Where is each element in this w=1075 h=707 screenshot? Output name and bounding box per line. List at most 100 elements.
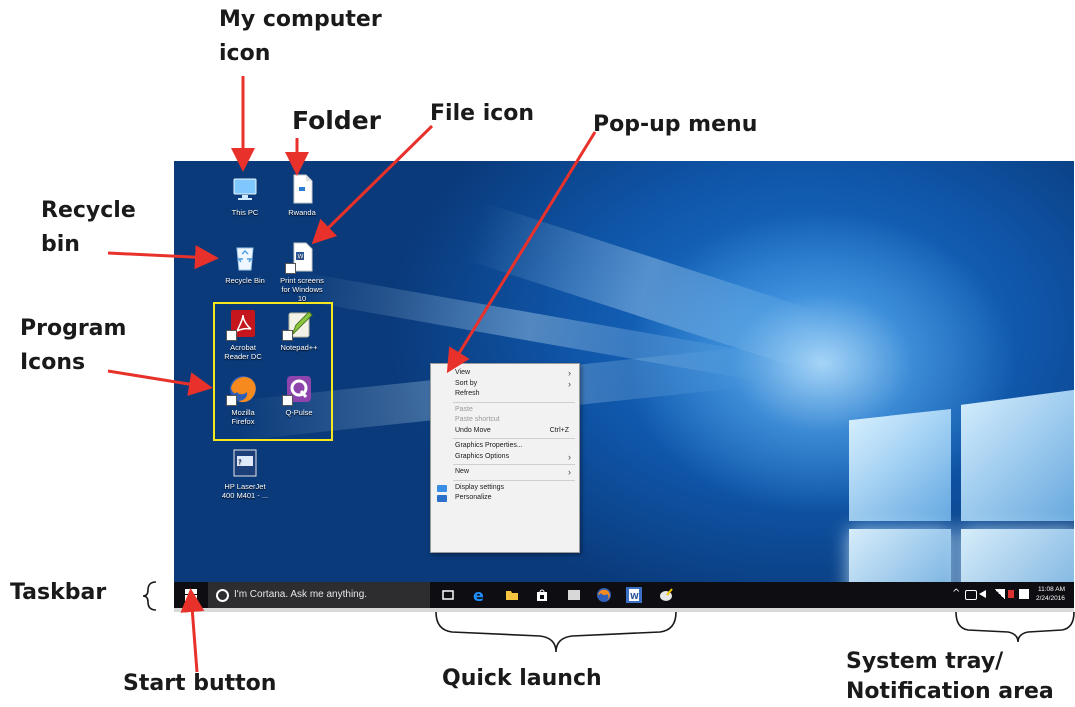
mail-icon[interactable]	[566, 587, 582, 603]
annotation-start-button: Start button	[123, 671, 277, 696]
display-settings-icon	[437, 484, 447, 492]
start-button[interactable]	[174, 582, 208, 608]
chevron-right-icon: ›	[568, 451, 571, 462]
undo-shortcut-key: Ctrl+Z	[549, 426, 569, 434]
cortana-search-box[interactable]: I'm Cortana. Ask me anything.	[208, 582, 430, 608]
brace-system-tray	[955, 611, 1075, 643]
menu-item-graphics-options[interactable]: Graphics Options ›	[431, 452, 579, 463]
taskbar-bottom-edge	[174, 608, 1074, 612]
taskbar: I'm Cortana. Ask me anything. e W ^ 11:0…	[174, 582, 1074, 608]
firefox-label-2: Firefox	[231, 417, 255, 426]
acrobat-logo-icon	[226, 307, 260, 341]
recycle-bin-icon[interactable]: Recycle Bin	[215, 240, 275, 285]
rwanda-folder-icon[interactable]: Rwanda	[272, 172, 332, 217]
logo-pane	[961, 529, 1074, 582]
menu-item-display-settings[interactable]: Display settings	[431, 483, 579, 494]
svg-text:W: W	[630, 592, 639, 601]
clock[interactable]: 11:08 AM 2/24/2016	[1036, 586, 1072, 606]
menu-item-new-label: New	[455, 468, 470, 475]
brace-quick-launch	[435, 611, 677, 653]
menu-item-graphics-properties[interactable]: Graphics Properties...	[431, 441, 579, 452]
menu-item-sort-by[interactable]: Sort by ›	[431, 379, 579, 390]
annotation-program-icons: Program Icons	[20, 312, 126, 380]
annotation-my-computer-line1: My computer	[219, 7, 382, 32]
svg-text:e: e	[473, 587, 484, 603]
store-icon[interactable]	[534, 587, 550, 603]
annotation-program-line1: Program	[20, 316, 127, 341]
brace-taskbar	[142, 581, 157, 611]
word-taskbar-icon[interactable]: W	[626, 587, 642, 603]
annotation-recycle-line1: Recycle	[41, 198, 136, 223]
menu-item-graphics-properties-label: Graphics Properties...	[455, 442, 523, 449]
hp-laserjet-icon[interactable]: ? HP LaserJet 400 M401 - ...	[215, 446, 275, 500]
menu-item-personalize-label: Personalize	[455, 494, 492, 501]
firefox-taskbar-icon[interactable]	[596, 587, 612, 603]
edge-browser-icon[interactable]: e	[472, 586, 488, 605]
q-pulse-icon[interactable]: Q-Pulse	[269, 372, 329, 417]
monitor-icon	[228, 172, 262, 206]
menu-item-graphics-options-label: Graphics Options	[455, 452, 510, 460]
acrobat-label-1: Acrobat	[230, 343, 256, 352]
action-center-icon[interactable]	[1008, 590, 1014, 598]
firefox-logo-icon	[226, 372, 260, 406]
menu-separator	[453, 401, 575, 403]
cortana-circle-icon	[216, 589, 229, 602]
annotation-program-line2: Icons	[20, 350, 86, 375]
logo-pane	[849, 529, 951, 582]
menu-item-new[interactable]: New ›	[431, 467, 579, 478]
menu-item-paste-label: Paste	[455, 405, 473, 413]
this-pc-icon[interactable]: This PC	[215, 172, 275, 217]
logo-pane	[961, 389, 1074, 521]
windows-start-icon	[185, 589, 197, 601]
menu-item-undo-move[interactable]: Undo Move Ctrl+Z	[431, 426, 579, 437]
annotation-system-tray-line1: System tray/	[846, 649, 1004, 674]
task-view-icon[interactable]	[440, 587, 456, 603]
volume-icon[interactable]	[979, 590, 986, 598]
annotation-taskbar: Taskbar	[10, 580, 107, 605]
print-screens-label-2: for Windows	[281, 285, 323, 294]
hp-label-1: HP LaserJet	[224, 482, 266, 491]
network-icon[interactable]	[965, 590, 977, 600]
shortcut-arrow-icon	[282, 395, 293, 406]
show-hidden-icons-chevron[interactable]: ^	[952, 588, 960, 599]
annotation-my-computer: My computer icon	[219, 3, 382, 71]
shortcut-arrow-icon	[226, 395, 237, 406]
q-pulse-logo-icon	[282, 372, 316, 406]
acrobat-label-2: Reader DC	[224, 352, 262, 361]
chevron-right-icon: ›	[568, 378, 571, 389]
acrobat-reader-icon[interactable]: Acrobat Reader DC	[213, 307, 273, 361]
menu-item-paste-shortcut[interactable]: Paste shortcut	[431, 415, 579, 426]
document-icon	[285, 172, 319, 206]
menu-item-paste[interactable]: Paste	[431, 405, 579, 416]
this-pc-label: This PC	[231, 208, 259, 217]
menu-item-view-label: View	[455, 369, 471, 376]
shortcut-arrow-icon	[226, 330, 237, 341]
annotation-popup-menu: Pop-up menu	[593, 112, 758, 137]
annotation-file-icon: File icon	[430, 101, 535, 126]
notepad-plus-plus-icon[interactable]: Notepad++	[269, 307, 329, 352]
clock-time: 11:08 AM	[1038, 586, 1065, 593]
menu-item-refresh[interactable]: Refresh	[431, 389, 579, 400]
printer-icon: ?	[228, 446, 262, 480]
notification-icon[interactable]	[1019, 589, 1029, 599]
annotation-system-tray: System tray/ Notification area	[846, 647, 1054, 707]
wifi-signal-icon[interactable]	[994, 589, 1005, 599]
menu-separator	[453, 438, 575, 439]
menu-item-refresh-label: Refresh	[455, 390, 480, 397]
chevron-right-icon: ›	[568, 368, 571, 378]
file-explorer-icon[interactable]	[504, 587, 520, 603]
print-screens-file-icon[interactable]: W Print screens for Windows 10	[272, 240, 332, 303]
menu-separator	[453, 479, 575, 481]
svg-text:W: W	[298, 254, 304, 261]
logo-pane	[849, 409, 951, 521]
shortcut-arrow-icon	[282, 330, 293, 341]
paint-taskbar-icon[interactable]	[658, 587, 674, 603]
firefox-icon[interactable]: Mozilla Firefox	[213, 372, 273, 426]
menu-item-personalize[interactable]: Personalize	[431, 493, 579, 504]
notepad-logo-icon	[282, 307, 316, 341]
menu-item-view[interactable]: View ›	[431, 368, 579, 379]
q-pulse-label: Q-Pulse	[285, 408, 313, 417]
personalize-icon	[437, 495, 447, 502]
chevron-right-icon: ›	[568, 467, 571, 477]
menu-item-paste-shortcut-label: Paste shortcut	[455, 416, 500, 423]
